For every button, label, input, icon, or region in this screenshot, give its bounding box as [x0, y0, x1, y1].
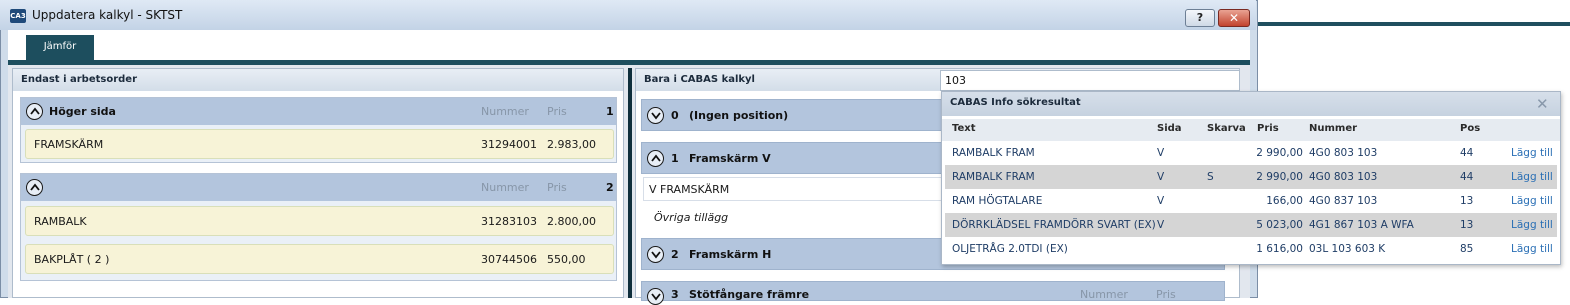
chevron-down-icon[interactable] [647, 107, 664, 124]
list-item[interactable]: BAKPLÅT ( 2 ) 30744506 550,00 [25, 244, 614, 274]
popup-title: CABAS Info sökresultat [950, 97, 1081, 108]
cell-cut: S [1207, 171, 1214, 183]
group-header[interactable]: Höger sida Nummer Pris 1 [21, 98, 616, 125]
cell-text: DÖRRKLÄDSEL FRAMDÖRR SVART (EX) [952, 219, 1156, 231]
cell-number: 03L 103 603 K [1309, 243, 1386, 255]
cell-text: OLJETRÅG 2.0TDI (EX) [952, 243, 1068, 255]
table-row[interactable]: RAMBALK FRAM V S 2 990,00 4G0 803 103 44… [945, 165, 1557, 189]
table-header: Text Sida Skarva Pris Nummer Pos [942, 119, 1560, 141]
item-text: V FRAMSKÄRM [649, 183, 730, 196]
item-text: FRAMSKÄRM [34, 138, 104, 151]
cell-pos: 13 [1460, 195, 1474, 207]
search-input[interactable] [940, 70, 1240, 91]
title-bar [0, 0, 1256, 30]
item-number: 31283103 [481, 215, 537, 228]
cell-price: 1 616,00 [1256, 243, 1303, 255]
tab-jamfor[interactable]: Jämför [26, 35, 94, 61]
group-title: Höger sida [49, 105, 116, 118]
column-number-label: Nummer [481, 105, 529, 118]
column-price-label: Pris [547, 181, 567, 194]
chevron-down-icon[interactable] [647, 288, 664, 305]
left-panel: Endast i arbetsorder Höger sida Nummer P… [12, 68, 624, 298]
popup-header: CABAS Info sökresultat ✕ [942, 92, 1560, 116]
group-number: 3 [671, 288, 679, 301]
cell-text: RAMBALK FRAM [952, 171, 1035, 183]
cell-number: 4G0 803 103 [1309, 171, 1378, 183]
column-header-side: Sida [1157, 123, 1182, 134]
cell-side: V [1157, 147, 1165, 159]
add-button[interactable]: Lägg till [1511, 243, 1553, 255]
add-button[interactable]: Lägg till [1511, 147, 1553, 159]
window-title: Uppdatera kalkyl - SKTST [32, 8, 183, 22]
cell-number: 4G0 837 103 [1309, 195, 1378, 207]
app-icon: CA3 [10, 9, 26, 23]
column-price-label: Pris [1156, 288, 1176, 301]
item-price: 2.800,00 [547, 215, 596, 228]
cell-number: 4G1 867 103 A WFA [1309, 219, 1414, 231]
close-button[interactable]: ✕ [1218, 9, 1250, 27]
cell-side: V [1157, 195, 1165, 207]
group-hoger-sida: Höger sida Nummer Pris 1 FRAMSKÄRM 31294… [20, 97, 617, 163]
cell-price: 166,00 [1266, 195, 1303, 207]
cell-number: 4G0 803 103 [1309, 147, 1378, 159]
column-number-label: Nummer [481, 181, 529, 194]
table-row[interactable]: RAMBALK FRAM V 2 990,00 4G0 803 103 44 L… [945, 141, 1557, 165]
column-header-pos: Pos [1460, 123, 1481, 134]
group-count: 2 [606, 181, 614, 194]
group-number: 1 [671, 152, 679, 165]
add-button[interactable]: Lägg till [1511, 195, 1553, 207]
list-item[interactable]: FRAMSKÄRM 31294001 2.983,00 [25, 129, 614, 159]
cell-pos: 13 [1460, 219, 1474, 231]
help-button[interactable]: ? [1185, 9, 1215, 27]
chevron-up-icon[interactable] [647, 150, 664, 167]
item-text: Övriga tillägg [654, 211, 729, 224]
cell-side: V [1157, 171, 1165, 183]
group-2: Nummer Pris 2 RAMBALK 31283103 2.800,00 … [20, 173, 617, 281]
group-header[interactable]: Nummer Pris 2 [21, 174, 616, 201]
background-stripe [1258, 22, 1570, 26]
cell-price: 2 990,00 [1256, 147, 1303, 159]
column-header-price: Pris [1257, 123, 1279, 134]
cell-pos: 44 [1460, 147, 1474, 159]
column-header-cut: Skarva [1207, 123, 1246, 134]
left-panel-title: Endast i arbetsorder [13, 69, 623, 91]
chevron-up-icon[interactable] [26, 179, 43, 196]
chevron-down-icon[interactable] [647, 246, 664, 263]
item-number: 31294001 [481, 138, 537, 151]
item-price: 550,00 [547, 253, 586, 266]
group-number: 0 [671, 109, 679, 122]
search-results-popup: CABAS Info sökresultat ✕ Text Sida Skarv… [941, 91, 1561, 265]
column-price-label: Pris [547, 105, 567, 118]
table-row[interactable]: DÖRRKLÄDSEL FRAMDÖRR SVART (EX) V 5 023,… [945, 213, 1557, 237]
add-button[interactable]: Lägg till [1511, 171, 1553, 183]
cell-pos: 44 [1460, 171, 1474, 183]
add-button[interactable]: Lägg till [1511, 219, 1553, 231]
item-text: BAKPLÅT ( 2 ) [34, 253, 110, 266]
cell-text: RAMBALK FRAM [952, 147, 1035, 159]
cell-pos: 85 [1460, 243, 1474, 255]
item-text: RAMBALK [34, 215, 87, 228]
list-item[interactable]: RAMBALK 31283103 2.800,00 [25, 206, 614, 236]
group-title: Stötfångare främre [689, 288, 810, 301]
column-header-number: Nummer [1309, 123, 1358, 134]
chevron-up-icon[interactable] [26, 103, 43, 120]
group-title: Framskärm V [689, 152, 771, 165]
group-title: Framskärm H [689, 248, 772, 261]
table-row[interactable]: OLJETRÅG 2.0TDI (EX) 1 616,00 03L 103 60… [945, 237, 1557, 261]
column-number-label: Nummer [1080, 288, 1128, 301]
cell-price: 2 990,00 [1256, 171, 1303, 183]
table-row[interactable]: RAM HÖGTALARE V 166,00 4G0 837 103 13 Lä… [945, 189, 1557, 213]
cell-text: RAM HÖGTALARE [952, 195, 1043, 207]
group-header[interactable]: 3 Stötfångare främre Nummer Pris [641, 281, 1225, 305]
item-number: 30744506 [481, 253, 537, 266]
item-price: 2.983,00 [547, 138, 596, 151]
group-title: (Ingen position) [689, 109, 789, 122]
panel-splitter[interactable] [628, 68, 632, 298]
group-number: 2 [671, 248, 679, 261]
cell-side: V [1157, 219, 1165, 231]
group-count: 1 [606, 105, 614, 118]
cell-price: 5 023,00 [1256, 219, 1303, 231]
column-header-text: Text [952, 123, 976, 134]
close-icon[interactable]: ✕ [1536, 96, 1549, 112]
